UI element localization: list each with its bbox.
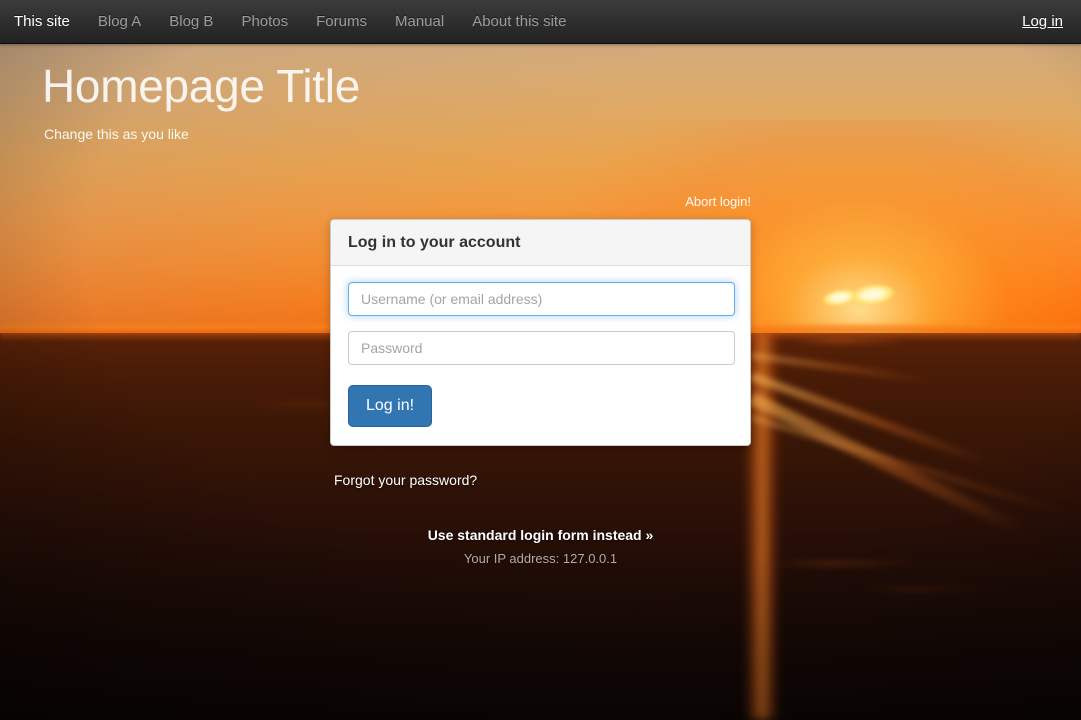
password-form-group (348, 331, 735, 366)
nav-item-manual[interactable]: Manual (381, 0, 458, 43)
alternate-login-row: Use standard login form instead » (0, 527, 1081, 545)
forgot-password-row: Forgot your password? (334, 472, 477, 490)
login-panel-heading: Log in to your account (331, 220, 750, 267)
navbar-links: This site Blog A Blog B Photos Forums Ma… (0, 0, 580, 43)
username-input[interactable] (348, 282, 735, 317)
nav-item-forums[interactable]: Forums (302, 0, 381, 43)
top-navbar: This site Blog A Blog B Photos Forums Ma… (0, 0, 1081, 44)
login-panel: Log in to your account Log in! (330, 219, 751, 446)
abort-login-link[interactable]: Abort login! (685, 194, 751, 209)
login-submit-button[interactable]: Log in! (348, 385, 433, 427)
password-input[interactable] (348, 331, 735, 366)
forgot-password-link[interactable]: Forgot your password? (334, 472, 477, 488)
standard-login-form-link[interactable]: Use standard login form instead » (428, 527, 654, 543)
abort-login-row: Abort login! (0, 193, 751, 211)
page-title: Homepage Title (42, 60, 360, 112)
ip-address-note: Your IP address: 127.0.0.1 (463, 551, 618, 566)
login-panel-title: Log in to your account (348, 234, 521, 251)
nav-item-blog-a[interactable]: Blog A (84, 0, 155, 43)
page-subtitle: Change this as you like (44, 126, 189, 143)
nav-item-photos[interactable]: Photos (227, 0, 302, 43)
login-form: Log in! (348, 282, 735, 427)
login-panel-body: Log in! (331, 266, 750, 445)
nav-login-link[interactable]: Log in (1008, 0, 1081, 43)
hero-header: Homepage Title Change this as you like (42, 60, 360, 143)
nav-item-about-this-site[interactable]: About this site (458, 0, 580, 43)
navbar-right: Log in (1008, 0, 1081, 43)
nav-item-blog-b[interactable]: Blog B (155, 0, 227, 43)
nav-item-this-site[interactable]: This site (0, 0, 84, 43)
username-form-group (348, 282, 735, 317)
